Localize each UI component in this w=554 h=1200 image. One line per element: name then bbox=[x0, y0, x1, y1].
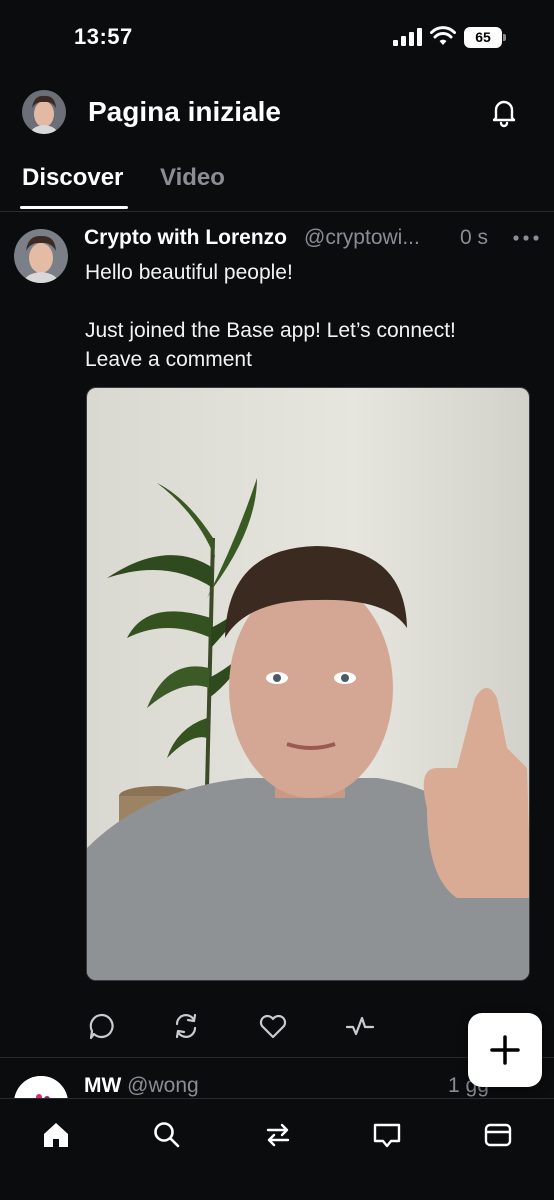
heart-icon[interactable] bbox=[257, 1010, 289, 1042]
repost-icon[interactable] bbox=[170, 1010, 202, 1042]
battery-icon: 65 bbox=[464, 27, 506, 48]
active-tab-indicator bbox=[20, 206, 128, 209]
status-bar: 13:57 65 bbox=[0, 0, 554, 74]
next-post-author-name[interactable]: MW bbox=[84, 1074, 121, 1097]
activity-icon[interactable] bbox=[344, 1010, 376, 1042]
next-post-header: MW @wong bbox=[84, 1074, 199, 1098]
bottom-navigation bbox=[0, 1098, 554, 1200]
profile-avatar[interactable] bbox=[22, 90, 66, 134]
battery-level: 65 bbox=[464, 27, 502, 48]
wifi-icon bbox=[430, 26, 456, 45]
swap-icon[interactable] bbox=[262, 1119, 294, 1151]
post-text-line bbox=[85, 287, 525, 316]
more-options-icon[interactable] bbox=[512, 228, 540, 248]
post-body: Hello beautiful people! Just joined the … bbox=[85, 258, 525, 374]
post-photo[interactable] bbox=[86, 387, 530, 981]
post-author-handle[interactable]: @cryptowi... bbox=[304, 226, 454, 250]
feed-tabs: Discover Video bbox=[0, 150, 554, 212]
notifications-bell-icon[interactable] bbox=[488, 96, 520, 128]
home-icon[interactable] bbox=[40, 1119, 72, 1151]
page-title: Pagina iniziale bbox=[88, 96, 281, 127]
next-post-author-handle[interactable]: @wong bbox=[127, 1074, 199, 1097]
post-author-name[interactable]: Crypto with Lorenzo bbox=[84, 226, 287, 250]
status-time: 13:57 bbox=[74, 24, 133, 49]
post-header: Crypto with Lorenzo @cryptowi... 0 s bbox=[84, 226, 539, 254]
post-text-line: Just joined the Base app! Let’s connect! bbox=[85, 319, 456, 342]
post-actions bbox=[84, 1010, 384, 1044]
search-icon[interactable] bbox=[151, 1119, 183, 1151]
tab-video[interactable]: Video bbox=[160, 164, 225, 192]
messages-icon[interactable] bbox=[371, 1119, 403, 1151]
plus-icon bbox=[490, 1035, 520, 1065]
tab-discover[interactable]: Discover bbox=[22, 164, 123, 192]
cellular-signal-icon bbox=[393, 28, 422, 46]
header: Pagina iniziale bbox=[0, 80, 554, 144]
wallet-icon[interactable] bbox=[482, 1119, 514, 1151]
post-text-line: Hello beautiful people! bbox=[85, 261, 293, 284]
compose-button[interactable] bbox=[468, 1013, 542, 1087]
post-timestamp: 0 s bbox=[460, 226, 489, 249]
comment-icon[interactable] bbox=[86, 1010, 118, 1042]
post-text-line: Leave a comment bbox=[85, 348, 252, 371]
post-author-avatar[interactable] bbox=[14, 229, 68, 283]
